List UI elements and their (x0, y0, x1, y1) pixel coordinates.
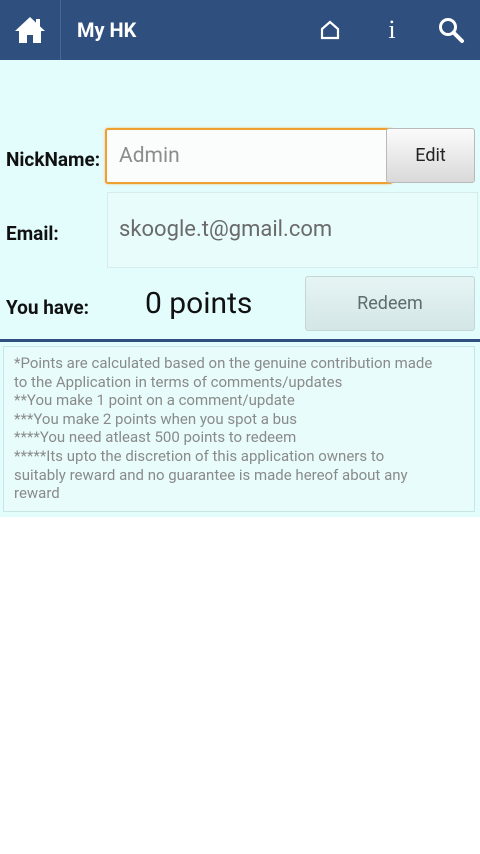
email-field: skoogle.t@gmail.com (107, 192, 478, 268)
info-button[interactable]: i (367, 0, 417, 60)
nickname-value: Admin (119, 144, 180, 168)
action-bar-divider (60, 0, 61, 60)
points-label: You have: (6, 296, 90, 319)
home-icon (15, 17, 45, 43)
note-line: *****Its upto the discretion of this app… (14, 446, 385, 465)
search-button[interactable] (426, 0, 476, 60)
note-line: to the Application in terms of comments/… (14, 372, 343, 391)
nickname-label: NickName: (6, 148, 101, 171)
page-title: My HK (77, 18, 137, 42)
action-bar: My HK i (0, 0, 480, 60)
email-value: skoogle.t@gmail.com (119, 217, 333, 242)
points-notes: *Points are calculated based on the genu… (3, 346, 475, 512)
nickname-input[interactable]: Admin (105, 128, 393, 184)
home-button[interactable] (0, 0, 60, 60)
edit-button[interactable]: Edit (386, 128, 475, 183)
note-line: **You make 1 point on a comment/update (14, 391, 295, 410)
search-icon (439, 18, 464, 43)
note-line: *Points are calculated based on the genu… (14, 354, 433, 372)
note-line: reward (14, 484, 60, 503)
note-line: suitably reward and no guarantee is made… (14, 465, 408, 484)
points-value: 0 points (145, 286, 253, 321)
favorites-button[interactable] (305, 0, 355, 60)
note-line: ****You need atleast 500 points to redee… (14, 428, 297, 447)
email-label: Email: (6, 222, 59, 245)
info-icon: i (388, 15, 396, 44)
note-line: ***You make 2 points when you spot a bus (14, 409, 298, 428)
redeem-button[interactable]: Redeem (305, 276, 475, 331)
section-divider (0, 339, 480, 342)
house-outline-icon (320, 20, 340, 40)
